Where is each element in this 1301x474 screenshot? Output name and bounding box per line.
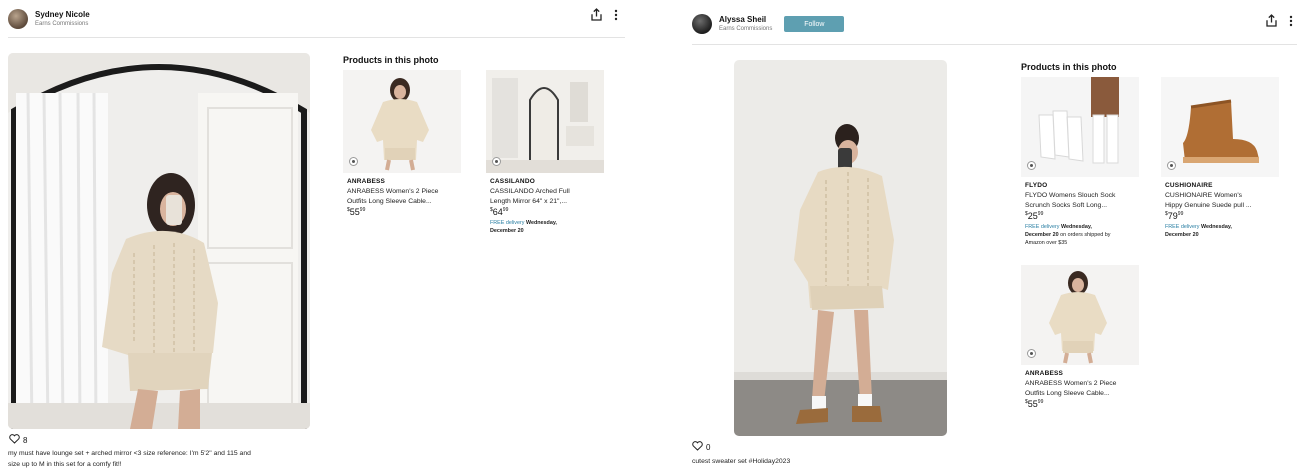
product-title-line: CUSHIONAIRE Women's (1165, 192, 1243, 199)
share-icon[interactable] (1266, 14, 1277, 27)
heart-icon[interactable] (692, 441, 703, 453)
product-image[interactable] (1161, 77, 1279, 177)
product-brand: CUSHIONAIRE (1165, 182, 1213, 189)
product-title-line: Hippy Genuine Suede pull ... (1165, 201, 1252, 209)
left-post: Sydney Nicole Earns Commissions Products… (0, 0, 630, 474)
product-brand: FLYDO (1025, 182, 1048, 189)
price-cents: 99 (359, 207, 366, 214)
post-caption: cutest sweater set #Holiday2023 (692, 458, 791, 465)
right-post: Alyssa Sheil Earns Commissions Follow Pr… (684, 0, 1301, 474)
follow-button[interactable]: Follow (784, 16, 845, 32)
product-card[interactable]: CASSILANDO CASSILANDO Arched Full Length… (486, 70, 606, 235)
products-heading: Products in this photo (1021, 62, 1117, 72)
post-header: Sydney Nicole Earns Commissions (8, 5, 90, 33)
post-photo[interactable] (734, 60, 947, 436)
share-icon[interactable] (591, 8, 602, 21)
likes: 0 (692, 441, 710, 453)
product-brand: CASSILANDO (490, 178, 535, 185)
product-image[interactable] (1021, 265, 1139, 365)
product-image[interactable] (343, 70, 461, 173)
product-image[interactable] (486, 70, 604, 173)
author-subtitle: Earns Commissions (719, 25, 773, 32)
author-block: Alyssa Sheil Earns Commissions (719, 15, 773, 32)
product-card[interactable]: ANRABESS ANRABESS Women's 2 Piece Outfit… (1021, 265, 1141, 409)
free-delivery-label: FREE delivery (1165, 224, 1200, 231)
product-card[interactable]: ANRABESS ANRABESS Women's 2 Piece Outfit… (343, 70, 463, 217)
delivery-date: December 20 (1025, 232, 1059, 239)
free-delivery-label: FREE delivery (1025, 224, 1060, 231)
product-card[interactable]: CUSHIONAIRE CUSHIONAIRE Women's Hippy Ge… (1161, 77, 1281, 239)
caption-line: size up to M in this set for a comfy fit… (8, 460, 122, 468)
product-card[interactable]: FLYDO FLYDO Womens Slouch Sock Scrunch S… (1021, 77, 1141, 247)
product-title-line: ANRABESS Women's 2 Piece (1025, 380, 1117, 387)
product-title-line: Outfits Long Sleeve Cable... (1025, 389, 1110, 397)
header-actions (1266, 14, 1293, 27)
author-subtitle: Earns Commissions (35, 20, 89, 27)
product-title[interactable]: ANRABESS Women's 2 Piece Outfits Long Sl… (1025, 379, 1137, 398)
product-price: $5599 (1025, 399, 1044, 410)
product-brand: ANRABESS (1025, 370, 1064, 377)
likes: 8 (9, 434, 27, 446)
radio-icon[interactable] (492, 157, 501, 166)
price-dollars: 55 (1027, 399, 1038, 410)
delivery-info: FREE delivery Wednesday, December 20 on … (1025, 223, 1137, 247)
product-title[interactable]: FLYDO Womens Slouch Sock Scrunch Socks S… (1025, 191, 1137, 210)
header-divider (692, 44, 1297, 45)
product-brand: ANRABESS (347, 178, 386, 185)
post-header: Alyssa Sheil Earns Commissions Follow (692, 10, 845, 38)
post-caption: my must have lounge set + arched mirror … (8, 449, 318, 470)
heart-icon[interactable] (9, 434, 20, 446)
radio-icon[interactable] (1167, 161, 1176, 170)
price-cents: 99 (1037, 211, 1044, 218)
post-photo[interactable] (8, 53, 310, 429)
product-title-line: Length Mirror 64" x 21",... (490, 197, 567, 205)
delivery-date: December 20 (490, 228, 524, 235)
product-title-line: Scrunch Socks Soft Long... (1025, 201, 1107, 209)
more-vertical-icon[interactable] (614, 9, 618, 21)
price-cents: 99 (502, 207, 509, 214)
product-title[interactable]: CUSHIONAIRE Women's Hippy Genuine Suede … (1165, 191, 1277, 210)
radio-icon[interactable] (1027, 349, 1036, 358)
product-title-line: ANRABESS Women's 2 Piece (347, 188, 439, 195)
price-dollars: 64 (492, 207, 503, 218)
product-image[interactable] (1021, 77, 1139, 177)
product-title[interactable]: ANRABESS Women's 2 Piece Outfits Long Sl… (347, 187, 459, 206)
radio-icon[interactable] (1027, 161, 1036, 170)
author-name[interactable]: Alyssa Sheil (719, 15, 772, 25)
like-count: 0 (706, 442, 711, 452)
delivery-info: FREE delivery Wednesday, December 20 (1165, 223, 1277, 239)
price-cents: 99 (1177, 211, 1184, 218)
caption-line: my must have lounge set + arched mirror … (8, 450, 251, 457)
product-title-line: Outfits Long Sleeve Cable... (347, 197, 432, 205)
delivery-condition: Amazon over $35 (1025, 240, 1068, 247)
product-price: $7999 (1165, 211, 1184, 222)
product-price: $2599 (1025, 211, 1044, 222)
avatar[interactable] (8, 9, 28, 29)
header-actions (591, 8, 618, 21)
delivery-date: Wednesday, (525, 220, 557, 227)
product-title-line: CASSILANDO Arched Full (490, 188, 570, 195)
product-title[interactable]: CASSILANDO Arched Full Length Mirror 64"… (490, 187, 602, 206)
author-block: Sydney Nicole Earns Commissions (35, 10, 90, 27)
delivery-date: December 20 (1165, 232, 1199, 239)
price-dollars: 25 (1027, 211, 1038, 222)
price-dollars: 79 (1167, 211, 1178, 222)
like-count: 8 (23, 435, 28, 445)
free-delivery-label: FREE delivery (490, 220, 525, 227)
product-price: $6499 (490, 207, 509, 218)
more-vertical-icon[interactable] (1289, 15, 1293, 27)
delivery-condition: on orders shipped by (1060, 232, 1111, 239)
price-dollars: 55 (349, 207, 360, 218)
products-heading: Products in this photo (343, 55, 439, 65)
header-divider (8, 37, 625, 38)
delivery-info: FREE delivery Wednesday, December 20 (490, 219, 602, 235)
product-price: $5599 (347, 207, 366, 218)
delivery-date: Wednesday, (1060, 224, 1092, 231)
author-name[interactable]: Sydney Nicole (35, 10, 90, 20)
price-cents: 99 (1037, 399, 1044, 406)
delivery-date: Wednesday, (1200, 224, 1232, 231)
product-title-line: FLYDO Womens Slouch Sock (1025, 192, 1116, 199)
avatar[interactable] (692, 14, 712, 34)
radio-icon[interactable] (349, 157, 358, 166)
